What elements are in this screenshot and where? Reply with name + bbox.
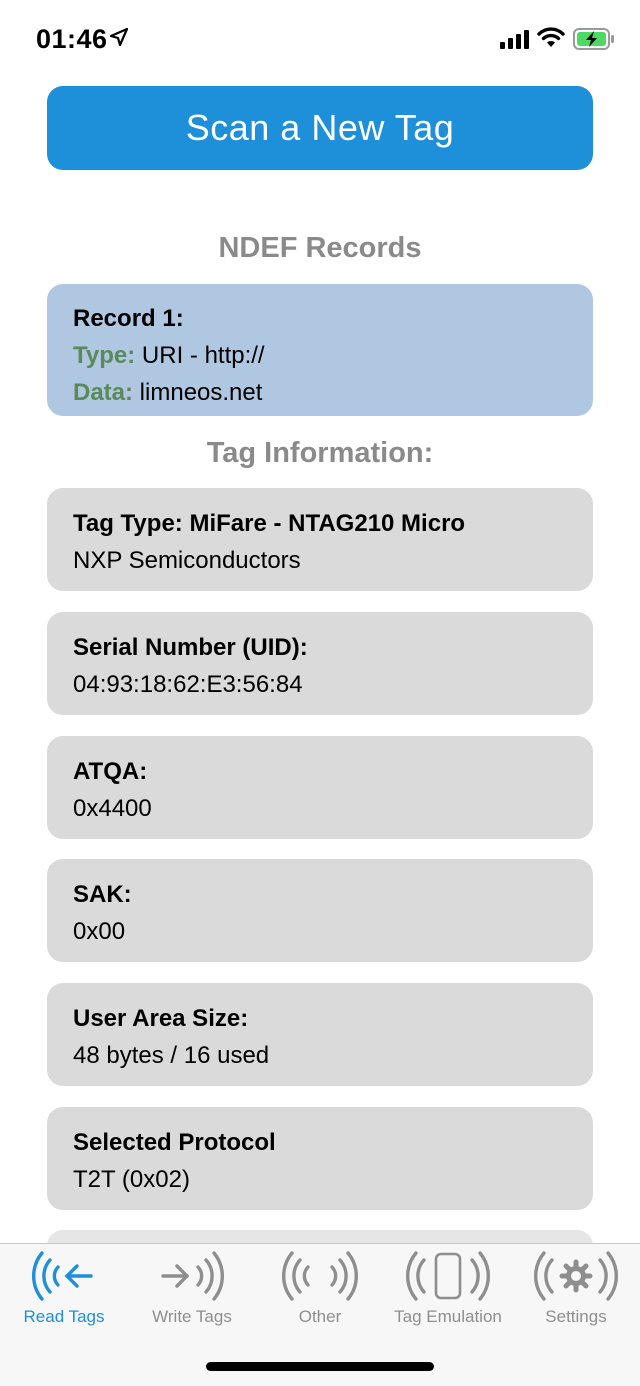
ndef-records-title: NDEF Records	[218, 232, 422, 264]
tag-type-value: NXP Semiconductors	[73, 547, 301, 574]
record-type-label: Type:	[73, 342, 136, 369]
serial-number-label: Serial Number (UID):	[73, 634, 308, 661]
tag-type-card: Tag Type: MiFare - NTAG210 Micro NXP Sem…	[47, 488, 593, 591]
other-icon	[281, 1251, 359, 1301]
serial-number-card: Serial Number (UID): 04:93:18:62:E3:56:8…	[47, 612, 593, 715]
sak-label: SAK:	[73, 881, 132, 908]
record-data-value: limneos.net	[133, 379, 263, 406]
battery-charging-icon	[573, 28, 615, 55]
ndef-record-card[interactable]: Record 1: Type: URI - http:// Data: limn…	[47, 284, 593, 416]
atqa-value: 0x4400	[73, 795, 152, 822]
tag-information-title: Tag Information:	[206, 437, 434, 469]
tab-settings[interactable]: Settings	[512, 1244, 640, 1334]
tab-read-tags-label: Read Tags	[23, 1307, 105, 1326]
selected-protocol-card: Selected Protocol T2T (0x02)	[47, 1107, 593, 1210]
record-type-value: URI - http://	[135, 342, 265, 369]
record-type-row: Type: URI - http://	[73, 337, 567, 374]
status-bar: 01:46	[0, 0, 640, 80]
tab-tag-emulation-label: Tag Emulation	[394, 1307, 502, 1326]
user-area-size-label: User Area Size:	[73, 1005, 249, 1032]
sak-card: SAK: 0x00	[47, 859, 593, 962]
tab-tag-emulation[interactable]: Tag Emulation	[384, 1244, 512, 1334]
selected-protocol-label: Selected Protocol	[73, 1129, 276, 1156]
record-heading: Record 1:	[73, 305, 184, 332]
atqa-label: ATQA:	[73, 758, 148, 785]
user-area-size-value: 48 bytes / 16 used	[73, 1042, 270, 1069]
sak-value: 0x00	[73, 918, 126, 945]
home-indicator[interactable]	[206, 1362, 434, 1371]
tab-write-tags-label: Write Tags	[152, 1307, 232, 1326]
wifi-icon	[537, 27, 565, 54]
tab-settings-label: Settings	[545, 1307, 607, 1326]
selected-protocol-value: T2T (0x02)	[73, 1166, 190, 1193]
tag-type-label: Tag Type: MiFare - NTAG210 Micro	[73, 510, 466, 537]
record-data-label: Data:	[73, 379, 134, 406]
tab-write-tags[interactable]: Write Tags	[128, 1244, 256, 1334]
write-tags-icon	[161, 1251, 225, 1301]
user-area-size-card: User Area Size: 48 bytes / 16 used	[47, 983, 593, 1086]
tab-read-tags[interactable]: Read Tags	[0, 1244, 128, 1334]
settings-icon	[534, 1251, 618, 1301]
atqa-card: ATQA: 0x4400	[47, 736, 593, 839]
status-time: 01:46	[36, 24, 108, 54]
tab-other[interactable]: Other	[256, 1244, 384, 1334]
location-arrow-icon	[109, 27, 129, 51]
signal-icon	[500, 29, 532, 54]
record-data-row: Data: limneos.net	[73, 374, 567, 411]
tag-emulation-icon	[406, 1251, 490, 1301]
read-tags-icon	[31, 1251, 93, 1301]
scan-new-tag-button[interactable]: Scan a New Tag	[47, 86, 593, 170]
serial-number-value: 04:93:18:62:E3:56:84	[73, 671, 303, 698]
tab-other-label: Other	[298, 1307, 342, 1326]
